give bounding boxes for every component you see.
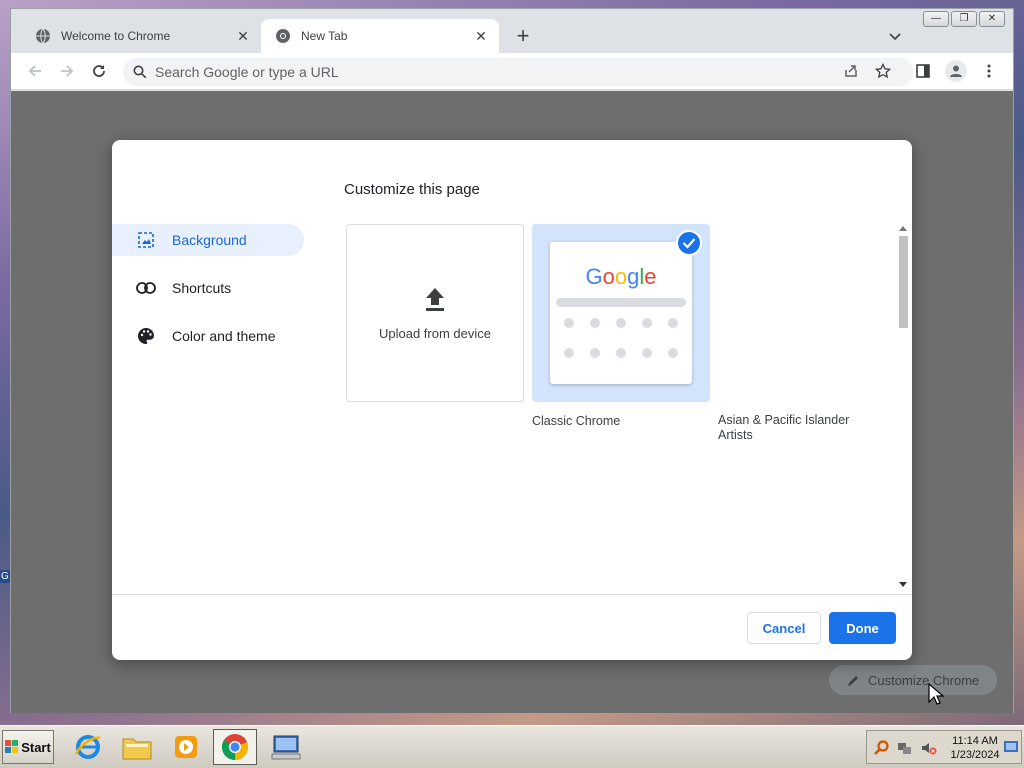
taskbar: Start 11:14 AM 1/23/2024	[0, 725, 1024, 768]
tab-strip: Welcome to Chrome ✕ New Tab ✕ +	[11, 19, 1013, 53]
forward-arrow-icon[interactable]	[57, 61, 77, 81]
side-panel-icon[interactable]	[913, 61, 933, 81]
preview-shortcut-dot	[564, 318, 574, 328]
preview-shortcut-dot	[564, 348, 574, 358]
new-tab-button[interactable]: +	[511, 25, 535, 47]
search-icon	[133, 65, 147, 79]
preview-shortcut-dot	[642, 318, 652, 328]
file-explorer-taskbar-icon[interactable]	[115, 729, 159, 765]
classic-chrome-preview: Google	[550, 242, 692, 384]
back-arrow-icon[interactable]	[25, 61, 45, 81]
preview-shortcut-dot	[590, 318, 600, 328]
kebab-menu-icon[interactable]	[979, 61, 999, 81]
menu-item-color-and-theme[interactable]: Color and theme	[112, 320, 304, 352]
menu-item-label: Background	[172, 232, 247, 248]
search-tray-icon[interactable]	[873, 740, 889, 756]
start-label: Start	[21, 739, 51, 755]
menu-item-shortcuts[interactable]: Shortcuts	[112, 272, 304, 304]
network-icon[interactable]	[897, 740, 913, 756]
share-icon[interactable]	[841, 61, 861, 81]
api-artists-label-line1: Asian & Pacific Islander	[718, 413, 850, 427]
reload-icon[interactable]	[89, 61, 109, 81]
omnibox[interactable]	[123, 58, 913, 86]
google-logo: Google	[585, 264, 657, 289]
tab-welcome-to-chrome[interactable]: Welcome to Chrome ✕	[21, 19, 261, 53]
upload-icon	[426, 287, 444, 311]
tab-title: Welcome to Chrome	[61, 29, 171, 43]
link-icon	[136, 278, 156, 298]
media-player-taskbar-icon[interactable]	[164, 729, 208, 765]
customize-dialog: Customize this page Background Shortcuts…	[112, 140, 912, 660]
desktop-icon-fragment: G	[0, 570, 10, 583]
preview-shortcut-dot	[668, 348, 678, 358]
tab-new-tab[interactable]: New Tab ✕	[261, 19, 499, 53]
classic-chrome-label: Classic Chrome	[532, 414, 621, 428]
internet-explorer-taskbar-icon[interactable]	[66, 729, 110, 765]
close-tab-icon[interactable]: ✕	[235, 28, 251, 45]
tab-title: New Tab	[301, 29, 348, 43]
upload-from-device-tile[interactable]: Upload from device	[346, 224, 524, 402]
remote-desktop-taskbar-icon[interactable]	[264, 729, 308, 765]
palette-icon	[136, 326, 156, 346]
preview-shortcut-dot	[642, 348, 652, 358]
customize-chrome-label: Customize Chrome	[868, 672, 980, 688]
volume-muted-icon[interactable]	[921, 740, 937, 756]
start-button[interactable]: Start	[2, 730, 54, 764]
api-artists-label[interactable]: Asian & Pacific Islander Artists	[718, 413, 849, 443]
menu-item-label: Color and theme	[172, 328, 276, 344]
dialog-footer-divider	[112, 594, 912, 595]
menu-item-background[interactable]: Background	[112, 224, 304, 256]
profile-avatar-icon[interactable]	[945, 60, 967, 82]
scroll-down-arrow-icon[interactable]	[899, 582, 907, 587]
preview-shortcut-dot	[616, 348, 626, 358]
image-icon	[136, 230, 156, 250]
close-tab-icon[interactable]: ✕	[473, 28, 489, 45]
classic-chrome-tile[interactable]: Google	[532, 224, 710, 402]
mouse-cursor-icon	[928, 683, 944, 705]
dialog-title: Customize this page	[344, 181, 480, 198]
cancel-button[interactable]: Cancel	[747, 612, 821, 644]
scroll-up-arrow-icon[interactable]	[899, 226, 907, 231]
clock-time: 11:14 AM	[952, 735, 998, 747]
windows-logo-icon	[5, 740, 19, 753]
preview-shortcut-dot	[616, 318, 626, 328]
done-button[interactable]: Done	[829, 612, 896, 644]
clock[interactable]: 11:14 AM 1/23/2024	[949, 734, 1001, 762]
upload-label: Upload from device	[379, 325, 491, 341]
customize-chrome-button[interactable]: Customize Chrome	[829, 665, 998, 695]
pencil-icon	[848, 675, 858, 686]
system-tray: 11:14 AM 1/23/2024	[866, 730, 1022, 764]
preview-shortcut-dot	[668, 318, 678, 328]
menu-item-label: Shortcuts	[172, 280, 232, 296]
chrome-icon	[276, 29, 290, 43]
tab-search-chevron-icon[interactable]	[889, 29, 901, 44]
preview-search-bar	[556, 298, 686, 307]
bookmark-star-icon[interactable]	[873, 61, 893, 81]
selected-check-icon	[676, 230, 702, 256]
api-artists-label-line2: Artists	[718, 428, 753, 442]
globe-icon	[36, 28, 50, 44]
dialog-scrollbar[interactable]	[896, 224, 910, 592]
clock-date: 1/23/2024	[950, 749, 1000, 761]
toolbar	[11, 53, 1013, 90]
show-desktop-icon[interactable]	[1003, 739, 1019, 755]
scroll-thumb[interactable]	[899, 236, 908, 328]
address-input[interactable]	[155, 64, 913, 80]
chrome-taskbar-icon[interactable]	[213, 729, 257, 765]
preview-shortcut-dot	[590, 348, 600, 358]
